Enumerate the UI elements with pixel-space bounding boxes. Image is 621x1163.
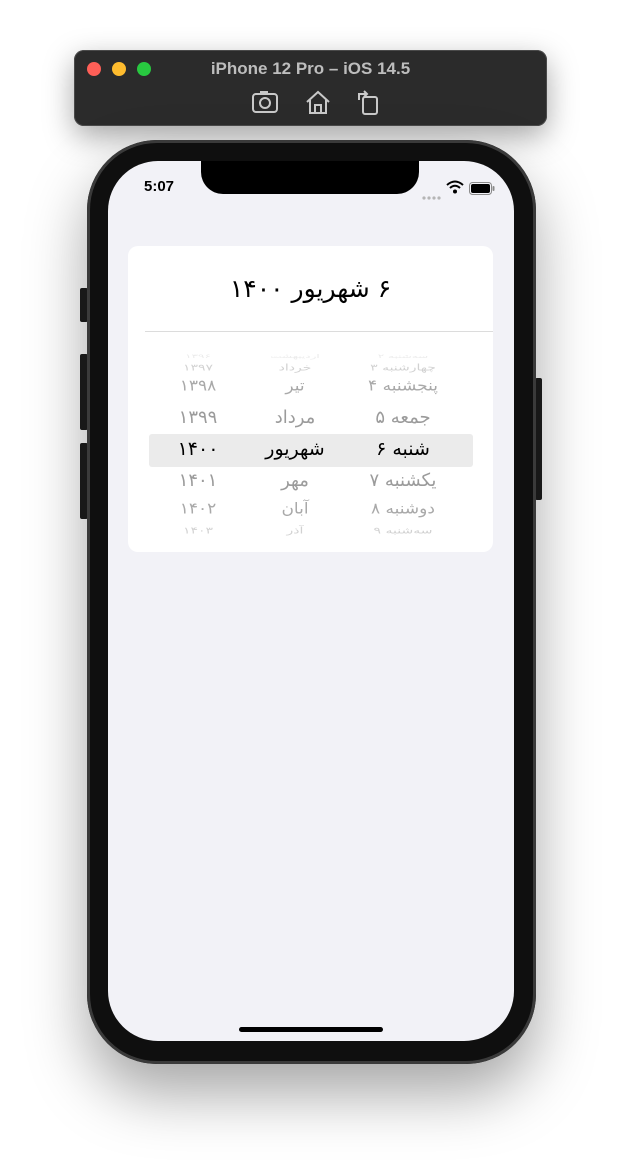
- month-option[interactable]: شهریور: [246, 434, 344, 465]
- month-option[interactable]: دی: [246, 543, 344, 546]
- selected-date-title: ۶ شهریور ۱۴۰۰: [229, 274, 392, 303]
- date-picker-card: ۶ شهریور ۱۴۰۰ سه‌شنبه ۲ چهارشنبه ۳ پنجشنبه…: [128, 246, 493, 552]
- day-option[interactable]: جمعه ۵: [343, 403, 463, 433]
- year-option[interactable]: ۱۳۹۸: [158, 373, 238, 399]
- date-picker-wheel[interactable]: سه‌شنبه ۲ چهارشنبه ۳ پنجشنبه ۴ جمعه ۵ شنبه ۶…: [128, 346, 493, 546]
- home-indicator[interactable]: [239, 1027, 383, 1032]
- month-option[interactable]: تیر: [246, 373, 344, 399]
- cellular-signal-icon: [422, 186, 442, 200]
- month-column[interactable]: اردیبهشتخردادتیرمردادشهریورمهرآبانآذردی: [246, 346, 344, 546]
- year-column[interactable]: ۱۳۹۶۱۳۹۷۱۳۹۸۱۳۹۹۱۴۰۰۱۴۰۱۱۴۰۲۱۴۰۳۱۴۰۴: [158, 346, 238, 546]
- notch: [201, 161, 419, 194]
- day-option[interactable]: پنجشنبه ۴: [343, 373, 463, 399]
- year-option[interactable]: ۱۴۰۴: [158, 543, 238, 546]
- divider: [145, 331, 493, 332]
- year-option[interactable]: ۱۴۰۱: [158, 466, 238, 496]
- status-time: 5:07: [144, 178, 175, 195]
- year-option[interactable]: ۱۴۰۰: [158, 434, 238, 465]
- day-column[interactable]: سه‌شنبه ۲ چهارشنبه ۳ پنجشنبه ۴ جمعه ۵ شنبه ۶…: [343, 346, 463, 546]
- battery-icon: [469, 180, 495, 195]
- month-option[interactable]: آذر: [246, 523, 344, 540]
- month-option[interactable]: مرداد: [246, 403, 344, 433]
- day-option[interactable]: دوشنبه ۸: [343, 496, 463, 522]
- year-option[interactable]: ۱۴۰۲: [158, 496, 238, 522]
- day-option[interactable]: یکشنبه ۷: [343, 466, 463, 496]
- phone-screen: 5:07 ۶ شهریور ۱۴۰۰ سه‌شنبه ۲ چهارشنبه ۳ پن…: [108, 161, 514, 1041]
- page: iPhone 12 Pro – iOS 14.5 5:07 ۶ شهریور ۱…: [0, 0, 621, 1163]
- wifi-icon: [446, 179, 464, 194]
- rotate-icon[interactable]: [354, 88, 384, 116]
- month-option[interactable]: مهر: [246, 466, 344, 496]
- day-option[interactable]: سه‌شنبه ۹: [343, 523, 463, 540]
- power-button: [535, 378, 542, 500]
- day-option[interactable]: شنبه ۶: [343, 434, 463, 465]
- screenshot-icon[interactable]: [251, 88, 281, 116]
- year-option[interactable]: ۱۴۰۳: [158, 523, 238, 540]
- day-option[interactable]: چهارشنبه ۱۰: [343, 543, 463, 546]
- month-option[interactable]: آبان: [246, 496, 344, 522]
- home-icon[interactable]: [303, 88, 333, 116]
- simulator-title: iPhone 12 Pro – iOS 14.5: [210, 59, 411, 78]
- year-option[interactable]: ۱۳۹۹: [158, 403, 238, 433]
- simulator-title-bar: iPhone 12 Pro – iOS 14.5: [74, 50, 547, 126]
